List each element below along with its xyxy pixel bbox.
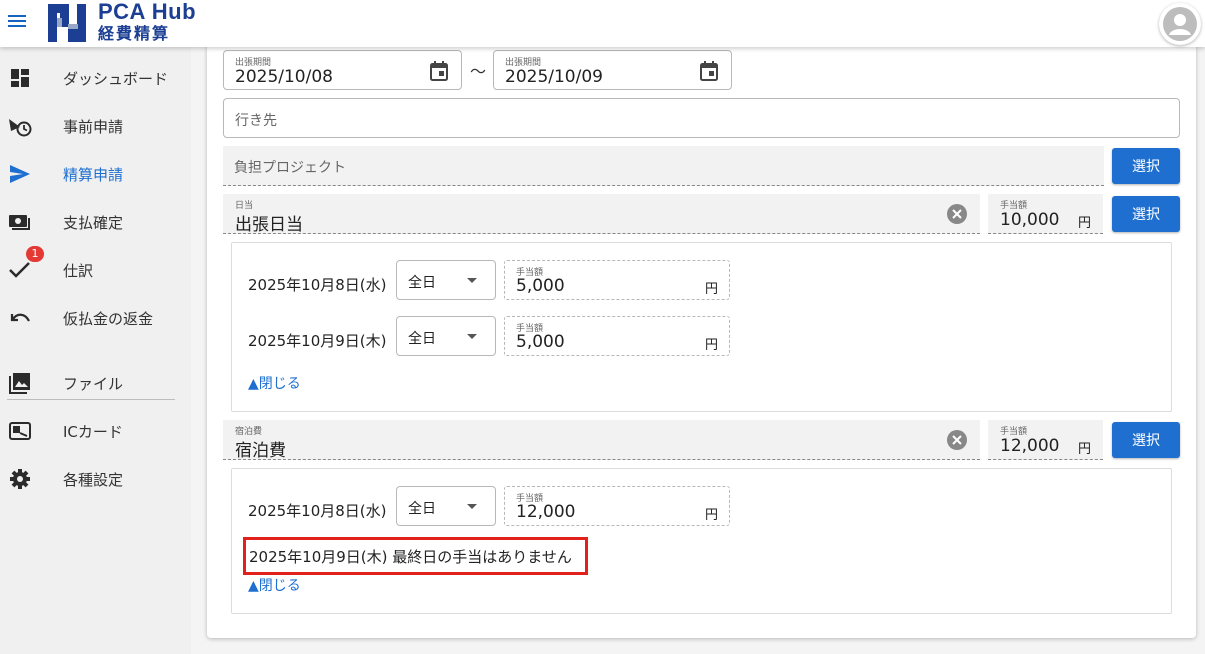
day-type-value: 全日 <box>408 331 436 347</box>
day-type-select[interactable]: 全日 <box>396 316 496 356</box>
period-end-value: 2025/10/09 <box>505 67 603 87</box>
chevron-down-icon <box>467 504 477 509</box>
project-field[interactable]: 負担プロジェクト <box>223 146 1104 186</box>
day-amount-field: 手当額 5,000 円 <box>504 260 730 300</box>
menu-icon[interactable] <box>8 12 30 34</box>
sidebar-item-label: ファイル <box>63 374 124 393</box>
project-select-button[interactable]: 選択 <box>1112 148 1180 184</box>
sidebar-item-label: 精算申請 <box>63 165 124 184</box>
sidebar: ダッシュボード 事前申請 精算申請 支払確定 1 仕訳 仮払金の返金 ファイル … <box>0 47 191 654</box>
day-date: 2025年10月8日(水) <box>248 276 387 294</box>
daily-allowance-detail-panel: 2025年10月8日(水) 全日 手当額 5,000 円 2025年10月9日(… <box>231 242 1172 412</box>
sidebar-item-label: 事前申請 <box>63 117 124 136</box>
user-icon <box>1163 7 1197 41</box>
gear-icon <box>8 467 32 491</box>
card-icon <box>8 419 32 443</box>
sidebar-item-ic-card[interactable]: ICカード <box>0 409 191 453</box>
sidebar-item-label: 仮払金の返金 <box>63 309 154 328</box>
sidebar-item-settlement[interactable]: 精算申請 <box>0 152 191 196</box>
daily-select-button[interactable]: 選択 <box>1112 196 1180 232</box>
app-header: PCA Hub 経費精算 <box>0 0 1205 47</box>
yen-unit: 円 <box>1078 442 1092 457</box>
lodging-total-field: 手当額 12,000 円 <box>988 420 1103 460</box>
sidebar-item-refund[interactable]: 仮払金の返金 <box>0 296 191 340</box>
collapse-link[interactable]: ▲閉じる <box>248 373 301 393</box>
yen-unit: 円 <box>705 508 719 523</box>
day-type-select[interactable]: 全日 <box>396 486 496 526</box>
sidebar-item-label: ダッシュボード <box>63 69 169 88</box>
brand-bottom-text: 経費精算 <box>98 24 171 43</box>
avatar[interactable] <box>1159 3 1201 45</box>
day-amount-value: 12,000 <box>516 502 576 522</box>
day-date: 2025年10月8日(水) <box>248 502 387 520</box>
brand-top-text: PCA Hub <box>98 0 197 24</box>
chevron-down-icon <box>467 334 477 339</box>
sidebar-item-dashboard[interactable]: ダッシュボード <box>0 56 191 100</box>
sidebar-item-label: 仕訳 <box>63 261 94 280</box>
undo-icon <box>8 306 32 330</box>
sidebar-item-files[interactable]: ファイル <box>0 361 191 405</box>
chevron-down-icon <box>467 278 477 283</box>
settlement-form-card: 出張期間 2025/10/08 〜 出張期間 2025/10/09 行き先 負担… <box>207 44 1196 638</box>
day-amount-field: 手当額 12,000 円 <box>504 486 730 526</box>
day-type-value: 全日 <box>408 275 436 291</box>
lodging-total: 12,000 <box>1000 436 1060 456</box>
sidebar-item-payment[interactable]: 支払確定 <box>0 200 191 244</box>
image-icon <box>8 371 32 395</box>
day-type-select[interactable]: 全日 <box>396 260 496 300</box>
sidebar-item-journal[interactable]: 1 仕訳 <box>0 246 191 292</box>
destination-input[interactable]: 行き先 <box>223 98 1180 138</box>
check-icon <box>8 258 32 282</box>
period-separator: 〜 <box>470 62 487 81</box>
yen-unit: 円 <box>705 282 719 297</box>
brand-name: PCA Hub 経費精算 <box>98 0 196 44</box>
period-end-field[interactable]: 出張期間 2025/10/09 <box>493 50 732 90</box>
sidebar-item-label: 支払確定 <box>63 213 124 232</box>
clear-icon[interactable] <box>947 204 967 224</box>
period-start-value: 2025/10/08 <box>235 67 333 87</box>
day-amount-field: 手当額 5,000 円 <box>504 316 730 356</box>
daily-allowance-total: 10,000 <box>1000 210 1060 230</box>
sidebar-item-pre-application[interactable]: 事前申請 <box>0 104 191 148</box>
send-icon <box>8 162 32 186</box>
last-day-notice-highlight: 2025年10月9日(木) 最終日の手当はありません <box>243 537 588 575</box>
money-icon <box>8 210 32 234</box>
notification-badge: 1 <box>26 246 44 262</box>
day-type-value: 全日 <box>408 501 436 517</box>
day-amount-value: 5,000 <box>516 276 565 296</box>
destination-placeholder: 行き先 <box>235 113 277 129</box>
sidebar-item-settings[interactable]: 各種設定 <box>0 457 191 501</box>
daily-allowance-field[interactable]: 日当 出張日当 <box>223 194 980 235</box>
day-amount-value: 5,000 <box>516 332 565 352</box>
daily-allowance-value: 出張日当 <box>235 215 303 235</box>
sidebar-item-label: ICカード <box>63 422 123 441</box>
last-day-notice: 2025年10月9日(木) 最終日の手当はありません <box>249 548 572 566</box>
pca-logo-icon <box>48 4 86 42</box>
yen-unit: 円 <box>705 338 719 353</box>
collapse-link[interactable]: ▲閉じる <box>248 575 301 595</box>
calendar-icon[interactable] <box>430 61 448 81</box>
sidebar-item-label: 各種設定 <box>63 470 124 489</box>
calendar-icon[interactable] <box>700 61 718 81</box>
clear-icon[interactable] <box>947 430 967 450</box>
lodging-detail-panel: 2025年10月8日(水) 全日 手当額 12,000 円 2025年10月9日… <box>231 468 1172 614</box>
lodging-field[interactable]: 宿泊費 宿泊費 <box>223 420 980 461</box>
lodging-select-button[interactable]: 選択 <box>1112 422 1180 458</box>
lodging-value: 宿泊費 <box>235 441 286 461</box>
dashboard-icon <box>8 66 32 90</box>
daily-allowance-total-field: 手当額 10,000 円 <box>988 194 1103 234</box>
period-start-field[interactable]: 出張期間 2025/10/08 <box>223 50 462 90</box>
day-date: 2025年10月9日(木) <box>248 332 387 350</box>
yen-unit: 円 <box>1078 216 1092 231</box>
plane-clock-icon <box>8 114 32 138</box>
project-placeholder: 負担プロジェクト <box>234 160 346 176</box>
